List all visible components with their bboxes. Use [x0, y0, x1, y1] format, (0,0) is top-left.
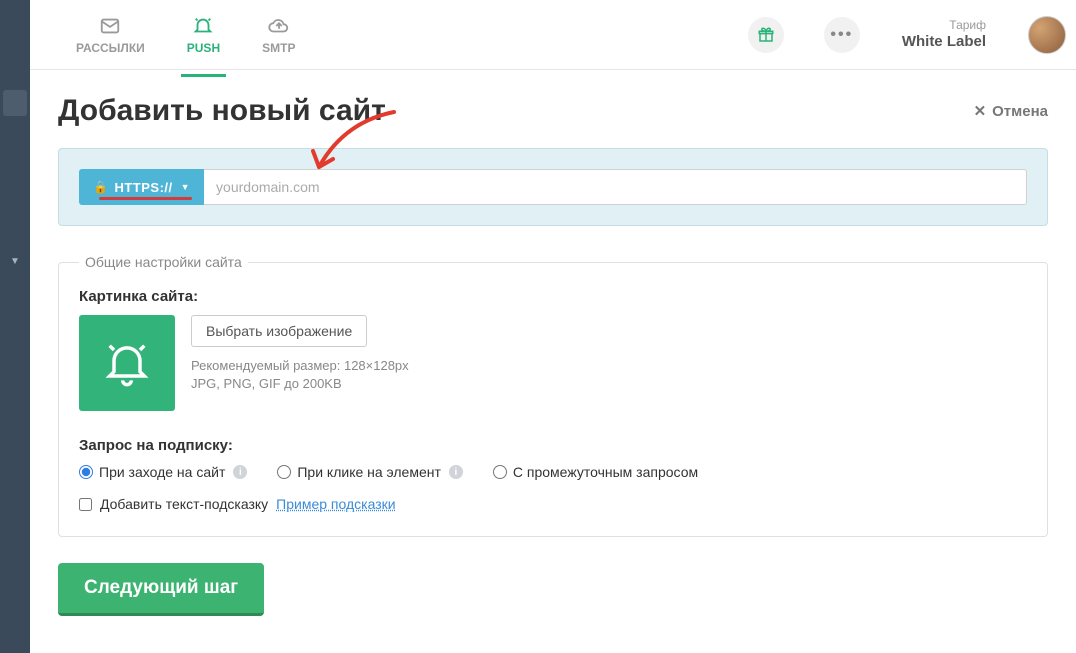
nav-tab-label: РАССЫЛКИ: [76, 41, 145, 55]
radio-input[interactable]: [493, 465, 507, 479]
tariff-block[interactable]: Тариф White Label: [902, 18, 986, 50]
radio-intermediate[interactable]: С промежуточным запросом: [493, 464, 698, 480]
avatar[interactable]: [1028, 16, 1066, 54]
radio-label: При клике на элемент: [297, 464, 441, 480]
dots-icon: •••: [830, 26, 853, 44]
hint-checkbox[interactable]: [79, 498, 92, 511]
rail-selected-item[interactable]: [3, 90, 27, 116]
site-image-label: Картинка сайта:: [79, 288, 1027, 305]
domain-input[interactable]: [204, 169, 1027, 205]
close-icon: ✕: [974, 102, 987, 120]
left-rail: ▼: [0, 0, 30, 653]
chevron-down-icon: ▼: [181, 182, 190, 192]
next-step-button[interactable]: Следующий шаг: [58, 563, 264, 616]
radio-label: При заходе на сайт: [99, 464, 225, 480]
lock-icon: 🔒: [93, 180, 108, 194]
radio-input[interactable]: [277, 465, 291, 479]
choose-image-button[interactable]: Выбрать изображение: [191, 315, 367, 347]
topbar: РАССЫЛКИ PUSH SMTP ••• Т: [30, 0, 1076, 70]
radio-input[interactable]: [79, 465, 93, 479]
annotation-underline: [99, 197, 192, 200]
tariff-name: White Label: [902, 33, 986, 51]
cloud-icon: [268, 15, 290, 37]
protocol-label: HTTPS://: [114, 180, 172, 195]
radio-label: С промежуточным запросом: [513, 464, 698, 480]
nav-tab-mailings[interactable]: РАССЫЛКИ: [70, 7, 151, 63]
hint-checkbox-label: Добавить текст-подсказку: [100, 496, 268, 512]
url-panel: 🔒 HTTPS:// ▼: [58, 148, 1048, 226]
bell-icon: [101, 337, 153, 389]
info-icon[interactable]: i: [233, 465, 247, 479]
radio-on-click[interactable]: При клике на элемент i: [277, 464, 463, 480]
nav-tab-label: SMTP: [262, 41, 295, 55]
tariff-label: Тариф: [902, 18, 986, 32]
nav-tab-label: PUSH: [187, 41, 220, 55]
rec-size-hint: Рекомендуемый размер: 128×128px: [191, 357, 409, 375]
nav-tab-push[interactable]: PUSH: [181, 7, 226, 63]
site-image-preview: [79, 315, 175, 411]
hint-example-link[interactable]: Пример подсказки: [276, 496, 395, 512]
page-title: Добавить новый сайт: [58, 94, 386, 128]
protocol-dropdown[interactable]: 🔒 HTTPS:// ▼: [79, 169, 204, 205]
radio-on-visit[interactable]: При заходе на сайт i: [79, 464, 247, 480]
cancel-label: Отмена: [992, 103, 1048, 120]
envelope-icon: [99, 15, 121, 37]
info-icon[interactable]: i: [449, 465, 463, 479]
gift-button[interactable]: [748, 17, 784, 53]
rail-expand-caret[interactable]: ▼: [0, 256, 30, 267]
settings-fieldset: Общие настройки сайта Картинка сайта: Вы…: [58, 254, 1048, 537]
cancel-button[interactable]: ✕ Отмена: [974, 102, 1048, 120]
formats-hint: JPG, PNG, GIF до 200KB: [191, 375, 409, 393]
subscription-label: Запрос на подписку:: [79, 437, 1027, 454]
more-button[interactable]: •••: [824, 17, 860, 53]
settings-legend: Общие настройки сайта: [79, 254, 248, 270]
bell-icon: [192, 15, 214, 37]
nav-tab-smtp[interactable]: SMTP: [256, 7, 301, 63]
